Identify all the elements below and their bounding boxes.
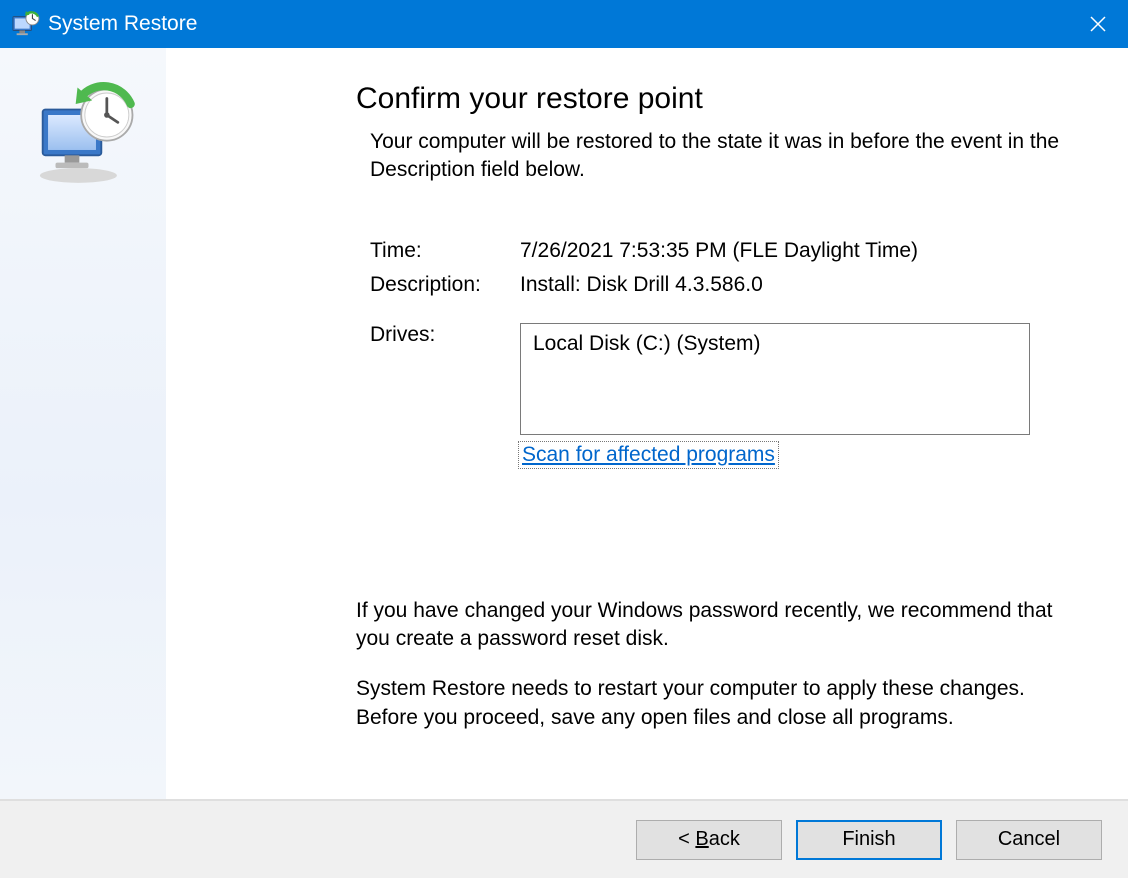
page-subtitle: Your computer will be restored to the st… bbox=[370, 128, 1060, 185]
drives-list-item: Local Disk (C:) (System) bbox=[533, 332, 761, 355]
scan-affected-programs-link[interactable]: Scan for affected programs bbox=[520, 443, 777, 467]
time-label: Time: bbox=[370, 239, 520, 263]
system-restore-icon bbox=[10, 11, 40, 37]
description-value: Install: Disk Drill 4.3.586.0 bbox=[520, 273, 1068, 297]
wizard-content: Confirm your restore point Your computer… bbox=[166, 48, 1128, 799]
drives-label: Drives: bbox=[370, 323, 520, 347]
system-restore-large-icon bbox=[28, 82, 138, 192]
restart-note: System Restore needs to restart your com… bbox=[356, 675, 1068, 732]
wizard-sidebar bbox=[0, 48, 166, 799]
close-icon bbox=[1089, 15, 1107, 33]
time-value: 7/26/2021 7:53:35 PM (FLE Daylight Time) bbox=[520, 239, 1068, 263]
page-heading: Confirm your restore point bbox=[356, 82, 1068, 116]
window-title: System Restore bbox=[48, 12, 1068, 36]
password-note: If you have changed your Windows passwor… bbox=[356, 597, 1068, 654]
description-label: Description: bbox=[370, 273, 520, 297]
close-button[interactable] bbox=[1068, 0, 1128, 48]
back-button[interactable]: < Back bbox=[636, 820, 782, 860]
wizard-footer: < Back Finish Cancel bbox=[0, 800, 1128, 878]
drives-listbox[interactable]: Local Disk (C:) (System) bbox=[520, 323, 1030, 435]
wizard-body: Confirm your restore point Your computer… bbox=[0, 48, 1128, 800]
cancel-button[interactable]: Cancel bbox=[956, 820, 1102, 860]
finish-button[interactable]: Finish bbox=[796, 820, 942, 860]
title-bar: System Restore bbox=[0, 0, 1128, 48]
